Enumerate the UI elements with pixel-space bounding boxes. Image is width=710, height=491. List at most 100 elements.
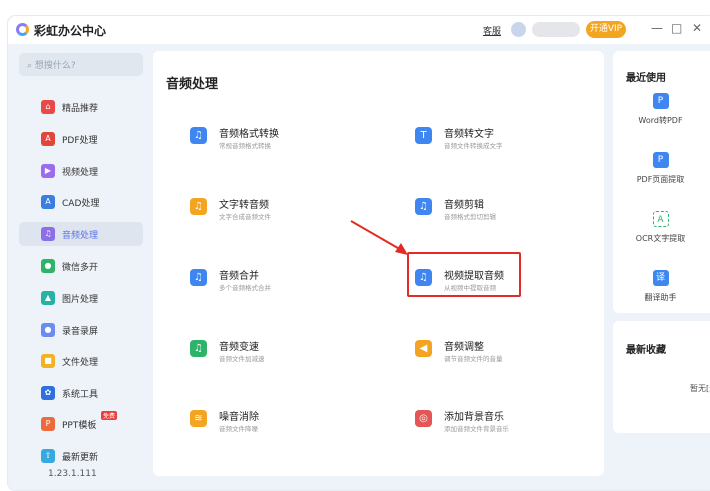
sidebar-item-label: 音频处理: [62, 231, 99, 241]
sidebar-item[interactable]: ■ 文件处理: [19, 349, 143, 373]
tool-title: 音频剪辑: [444, 200, 484, 211]
sidebar-item-label: PPT模板: [62, 421, 97, 431]
tool-subtitle: 音频文件加减速: [219, 355, 265, 363]
tool-title: 音频变速: [219, 342, 259, 353]
sidebar-item[interactable]: P PPT模板 免费: [19, 411, 143, 436]
tool-item[interactable]: ◎ 添加背景音乐 添加音频文件背景音乐: [415, 406, 535, 442]
sidebar-item-icon: ⇧: [41, 449, 55, 463]
tool-icon: ♫: [190, 269, 207, 286]
recent-panel: 最近使用 P Word转PDF P PDF页面提取 A OCR文字提取译翻译助手: [613, 51, 710, 313]
recent-title: 最近使用: [626, 73, 666, 84]
recent-item-label: 翻译助手: [644, 293, 677, 302]
tool-title: 噪音消除: [219, 412, 259, 423]
recent-item-icon: A: [652, 211, 669, 227]
tool-item[interactable]: ◀ 音频调整 调节音频文件的音量: [415, 336, 535, 372]
sidebar-item[interactable]: ● 录音录屏: [19, 318, 143, 342]
recent-item-label: PDF页面提取: [636, 175, 685, 184]
customer-service-link[interactable]: 客服: [483, 24, 501, 37]
tool-title: 添加背景音乐: [444, 412, 504, 423]
tool-title: 音频转文字: [444, 129, 494, 140]
tool-subtitle: 多个音频格式合并: [219, 284, 271, 292]
search-icon: ⌕: [27, 61, 35, 71]
vip-button[interactable]: 开通VIP: [586, 21, 626, 38]
recent-item[interactable]: 译翻译助手: [613, 270, 708, 303]
favorites-panel: 最新收藏 暂无[最: [613, 321, 710, 433]
close-button[interactable]: ✕: [692, 21, 702, 35]
sidebar-item[interactable]: ⌂ 精品推荐: [19, 95, 143, 119]
sidebar-item-icon: A: [41, 195, 55, 209]
sidebar-item-label: 图片处理: [62, 295, 99, 305]
tool-icon: ◀: [415, 340, 432, 357]
sidebar-item[interactable]: ● 微信多开: [19, 254, 143, 278]
sidebar-item[interactable]: ▶ 视频处理: [19, 159, 143, 183]
page-title: 音频处理: [166, 77, 219, 92]
app-window: 彩虹办公中心 客服 开通VIP — □ ✕ ⌕ 想搜什么? ⌂ 精品推荐 A PDF处…: [7, 15, 710, 491]
tool-title: 文字转音频: [219, 200, 269, 211]
sidebar-item[interactable]: A PDF处理: [19, 127, 143, 151]
tool-item[interactable]: ♫ 音频变速音频文件加减速: [190, 336, 310, 372]
arrow-annotation-icon: [350, 220, 408, 255]
tool-subtitle: 常规音频格式转换: [219, 142, 271, 150]
sidebar-item-icon: P: [41, 417, 55, 431]
sidebar-item[interactable]: ♫ 音频处理: [19, 222, 143, 246]
main-panel: 音频处理 ♫ 音频格式转换 常规音频格式转换 T 音频转文字音频文件转换成文字 ♫ 文字转音…: [153, 51, 604, 476]
recent-item-icon: P: [652, 152, 669, 168]
tool-item[interactable]: ≋ 噪音消除音频文件降噪: [190, 406, 310, 442]
recent-item-icon: 译: [652, 270, 669, 286]
recent-item-label: Word转PDF: [638, 116, 683, 125]
minimize-button[interactable]: —: [651, 21, 663, 35]
sidebar-item-label: 微信多开: [62, 263, 99, 273]
sidebar-item[interactable]: ⇧ 最新更新: [19, 444, 143, 468]
favorites-empty: 暂无[最: [690, 384, 710, 393]
tool-item[interactable]: ♫ 音频合并多个音频格式合并: [190, 265, 310, 301]
sidebar-item[interactable]: ✿ 系统工具: [19, 381, 143, 405]
tool-title: 音频合并: [219, 271, 259, 282]
tool-icon: ♫: [190, 340, 207, 357]
sidebar-item[interactable]: A CAD处理: [19, 190, 143, 214]
sidebar-item-icon: ●: [41, 323, 55, 337]
tool-icon: ♫: [190, 127, 207, 144]
sidebar-item-label: 视频处理: [62, 168, 99, 178]
username-blurred: [532, 22, 580, 37]
tool-subtitle: 音频文件转换成文字: [444, 142, 503, 150]
sidebar-item-icon: ■: [41, 354, 55, 368]
tool-subtitle: 文字合成音频文件: [219, 213, 271, 221]
tool-item[interactable]: T 音频转文字音频文件转换成文字: [415, 123, 535, 159]
tool-title: 音频格式转换: [219, 129, 279, 140]
recent-item[interactable]: P PDF页面提取: [613, 152, 708, 185]
recent-item-label: OCR文字提取: [635, 234, 686, 243]
free-badge: 免费: [101, 411, 118, 420]
tool-subtitle: 音频文件降噪: [219, 425, 258, 433]
version-label: 1.23.1.111: [48, 469, 97, 479]
tool-subtitle: 调节音频文件的音量: [444, 355, 503, 363]
sidebar-item[interactable]: ▲ 图片处理: [19, 286, 143, 310]
app-title: 彩虹办公中心: [34, 24, 107, 38]
sidebar-item-icon: A: [41, 132, 55, 146]
sidebar-item-icon: ♫: [41, 227, 55, 241]
sidebar-item-label: 最新更新: [62, 453, 99, 463]
tool-item[interactable]: ♫ 音频格式转换 常规音频格式转换: [190, 123, 310, 159]
sidebar-item-label: 精品推荐: [62, 104, 99, 114]
tool-icon: ♫: [415, 198, 432, 215]
sidebar-item-label: 系统工具: [62, 390, 99, 400]
tool-icon: T: [415, 127, 432, 144]
maximize-button[interactable]: □: [671, 21, 682, 35]
sidebar-item-label: PDF处理: [62, 136, 98, 146]
avatar[interactable]: [511, 22, 526, 37]
tool-subtitle: 添加音频文件背景音乐: [444, 425, 509, 433]
sidebar-item-icon: ▲: [41, 291, 55, 305]
tool-item[interactable]: ♫ 音频剪辑 音频格式剪切剪辑: [415, 194, 535, 230]
recent-item[interactable]: A OCR文字提取: [613, 211, 708, 244]
recent-item[interactable]: P Word转PDF: [613, 93, 708, 126]
tool-item[interactable]: ♫ 文字转音频文字合成音频文件: [190, 194, 310, 230]
sidebar-item-label: 文件处理: [62, 358, 99, 368]
sidebar-item-icon: ●: [41, 259, 55, 273]
search-input[interactable]: ⌕ 想搜什么?: [19, 53, 143, 76]
sidebar-item-icon: ⌂: [41, 100, 55, 114]
sidebar-item-label: 录音录屏: [62, 327, 99, 337]
title-bar: 彩虹办公中心 客服 开通VIP — □ ✕: [8, 16, 710, 44]
recent-item-icon: P: [652, 93, 669, 109]
tool-icon: ≋: [190, 410, 207, 427]
highlight-box: [407, 252, 521, 297]
tool-icon: ♫: [190, 198, 207, 215]
